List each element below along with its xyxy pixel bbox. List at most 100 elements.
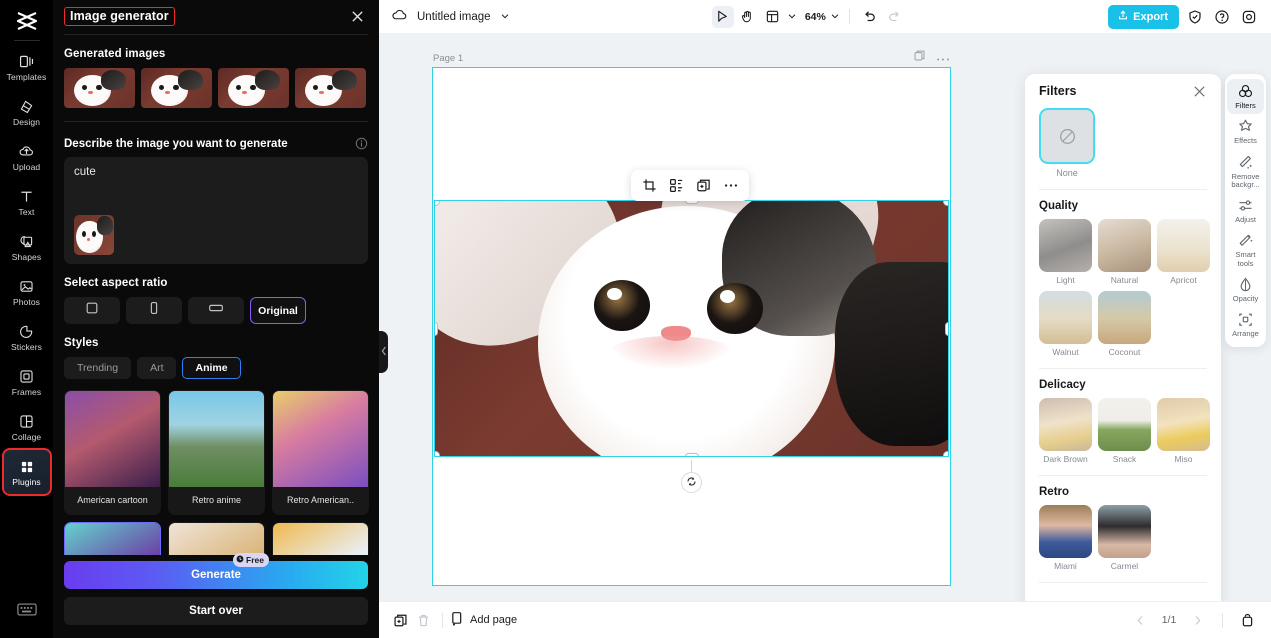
duplicate-page-icon[interactable] — [913, 49, 926, 67]
style-card[interactable]: Retro American.. — [272, 390, 369, 515]
filters-header: Filters — [1039, 74, 1207, 108]
sidebar-item-label: Templates — [6, 71, 47, 82]
reference-image-thumb[interactable] — [74, 215, 114, 255]
close-icon[interactable] — [349, 8, 366, 25]
sidebar-item-label: Plugins — [12, 476, 41, 487]
resize-handle-left[interactable] — [435, 321, 438, 336]
filter-item[interactable]: Walnut — [1039, 291, 1092, 357]
filter-preview — [1039, 398, 1092, 451]
filter-item[interactable]: Dark Brown — [1039, 398, 1092, 464]
rotate-handle[interactable] — [681, 472, 702, 493]
templates-icon — [18, 53, 36, 71]
sidebar-item-stickers[interactable]: Stickers — [4, 315, 50, 359]
document-title[interactable]: Untitled image — [417, 11, 491, 23]
fit-screen-icon[interactable] — [1236, 609, 1259, 632]
resize-handle-bottom-right[interactable] — [943, 451, 948, 456]
zoom-chevron-down-icon[interactable] — [830, 8, 840, 26]
filter-item[interactable]: Apricot — [1157, 219, 1210, 285]
more-options-icon[interactable] — [936, 49, 950, 67]
panel-title: Image generator — [64, 6, 175, 27]
filter-preview — [1098, 219, 1151, 272]
photos-icon — [18, 278, 36, 296]
close-icon[interactable] — [1192, 84, 1207, 99]
aspect-ratio-portrait[interactable] — [126, 297, 182, 324]
shield-icon[interactable] — [1184, 6, 1206, 28]
zoom-level[interactable]: 64% — [805, 11, 826, 23]
undo-icon[interactable] — [859, 6, 881, 28]
style-preview — [65, 391, 160, 487]
sidebar-item-upload[interactable]: Upload — [4, 135, 50, 179]
sidebar-item-text[interactable]: Text — [4, 180, 50, 224]
tool-remove-background[interactable]: Remove backgr... — [1227, 150, 1264, 194]
resize-handle-bottom[interactable] — [684, 453, 699, 456]
filter-label: Dark Brown — [1043, 454, 1088, 464]
prompt-input[interactable]: cute — [64, 157, 368, 264]
aspect-ratio-original[interactable]: Original — [250, 297, 306, 324]
filter-item[interactable]: Carmel — [1098, 505, 1151, 571]
sidebar-item-frames[interactable]: Frames — [4, 360, 50, 404]
filter-none-item[interactable]: None — [1039, 108, 1095, 178]
more-options-icon[interactable] — [718, 173, 743, 198]
panel-divider — [64, 121, 368, 122]
style-card[interactable]: Retro anime — [168, 390, 265, 515]
style-card[interactable]: American cartoon — [64, 390, 161, 515]
sidebar-item-plugins[interactable]: Plugins — [1, 448, 52, 496]
crop-icon[interactable] — [637, 173, 662, 198]
cutout-icon[interactable] — [664, 173, 689, 198]
prompt-text: cute — [74, 166, 96, 178]
sidebar-item-collage[interactable]: Collage — [4, 405, 50, 449]
element-floating-toolbar — [631, 170, 749, 201]
filter-item[interactable]: Natural — [1098, 219, 1151, 285]
keyboard-shortcuts-button[interactable] — [4, 598, 50, 626]
collage-icon — [18, 413, 36, 431]
tool-effects[interactable]: Effects — [1227, 114, 1264, 149]
hand-pan-icon[interactable] — [737, 6, 759, 28]
tool-filters[interactable]: Filters — [1227, 79, 1264, 115]
tool-opacity[interactable]: Opacity — [1227, 272, 1264, 307]
generated-image-thumb[interactable] — [141, 68, 212, 108]
sidebar-item-templates[interactable]: Templates — [4, 45, 50, 89]
start-over-label: Start over — [189, 605, 243, 617]
duplicate-page-icon[interactable] — [389, 609, 412, 632]
tool-adjust[interactable]: Adjust — [1227, 193, 1264, 228]
sidebar-item-photos[interactable]: Photos — [4, 270, 50, 314]
info-icon[interactable] — [355, 137, 368, 150]
generate-button[interactable]: Generate Free — [64, 553, 368, 589]
resize-handle-top[interactable] — [684, 201, 699, 204]
export-button[interactable]: Export — [1108, 4, 1179, 29]
filter-item[interactable]: Miami — [1039, 505, 1092, 571]
filter-item[interactable]: Snack — [1098, 398, 1151, 464]
canvas-page[interactable] — [432, 67, 951, 586]
chevron-down-icon[interactable] — [500, 8, 510, 26]
tool-smart-tools[interactable]: Smart tools — [1227, 228, 1264, 272]
start-over-button[interactable]: Start over — [64, 597, 368, 625]
capcut-logo-icon[interactable] — [7, 6, 47, 36]
style-tab-anime[interactable]: Anime — [182, 357, 241, 379]
cursor-select-icon[interactable] — [711, 5, 734, 28]
filter-item[interactable]: Light — [1039, 219, 1092, 285]
sidebar-item-design[interactable]: Design — [4, 90, 50, 134]
settings-gear-icon[interactable] — [1238, 6, 1260, 28]
style-tab-art[interactable]: Art — [137, 357, 177, 379]
resize-handle-right[interactable] — [945, 321, 948, 336]
generated-image-thumb[interactable] — [218, 68, 289, 108]
filter-preview — [1098, 398, 1151, 451]
panel-collapse-handle[interactable] — [379, 331, 388, 373]
tool-arrange[interactable]: Arrange — [1227, 307, 1264, 342]
layout-grid-icon[interactable] — [762, 6, 784, 28]
generated-image-thumb[interactable] — [295, 68, 366, 108]
duplicate-icon[interactable] — [691, 173, 716, 198]
selected-image-element[interactable] — [434, 200, 949, 457]
sidebar-item-shapes[interactable]: Shapes — [4, 225, 50, 269]
canvas-stage[interactable]: Page 1 Filters None Quality Light Natura… — [379, 33, 1271, 601]
style-tab-trending[interactable]: Trending — [64, 357, 132, 379]
filter-item[interactable]: Coconut — [1098, 291, 1151, 357]
add-page-button[interactable]: Add page — [450, 611, 517, 629]
aspect-ratio-square[interactable] — [64, 297, 120, 324]
layout-chevron-down-icon[interactable] — [787, 8, 797, 26]
filter-item[interactable]: Miso — [1157, 398, 1210, 464]
generated-image-thumb[interactable] — [64, 68, 135, 108]
help-circle-icon[interactable] — [1211, 6, 1233, 28]
aspect-ratio-landscape[interactable] — [188, 297, 244, 324]
filter-label: Carmel — [1110, 561, 1139, 571]
